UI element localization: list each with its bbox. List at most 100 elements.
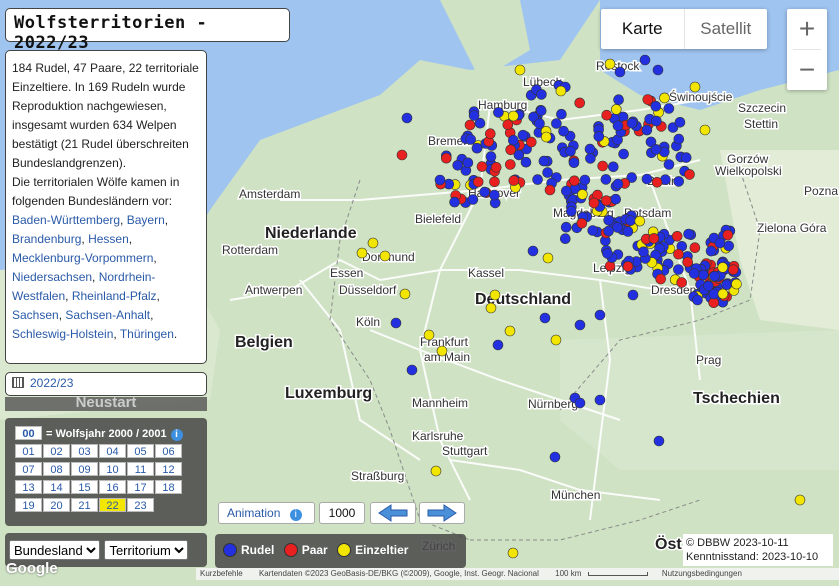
state-link-brandenburg[interactable]: Brandenburg: [12, 232, 81, 246]
einzeltier-marker[interactable]: [699, 124, 711, 136]
rudel-marker[interactable]: [549, 451, 561, 463]
rudel-marker[interactable]: [479, 186, 490, 198]
state-link-baden-wuerttemberg[interactable]: Baden-Württemberg: [12, 213, 120, 227]
paar-marker[interactable]: [505, 144, 517, 156]
year-button-13[interactable]: 13: [15, 480, 42, 494]
state-link-bayern[interactable]: Bayern: [127, 213, 165, 227]
year-button-21[interactable]: 21: [71, 498, 98, 512]
rudel-marker[interactable]: [568, 157, 580, 168]
year-button-04[interactable]: 04: [99, 444, 126, 458]
year-button-18[interactable]: 18: [155, 480, 182, 494]
paar-marker[interactable]: [642, 94, 654, 105]
rudel-marker[interactable]: [612, 222, 623, 233]
einzeltier-marker[interactable]: [485, 302, 497, 314]
rudel-marker[interactable]: [673, 133, 685, 145]
rudel-marker[interactable]: [627, 289, 639, 301]
rudel-marker[interactable]: [650, 100, 662, 112]
map-type-karte-button[interactable]: Karte: [601, 9, 684, 49]
year-button-23[interactable]: 23: [127, 498, 154, 512]
rudel-marker[interactable]: [626, 117, 638, 129]
einzeltier-marker[interactable]: [399, 288, 411, 300]
year-button-06[interactable]: 06: [155, 444, 182, 458]
einzeltier-marker[interactable]: [604, 58, 616, 70]
paar-marker[interactable]: [676, 277, 688, 288]
rudel-marker[interactable]: [565, 145, 576, 157]
rudel-marker[interactable]: [697, 269, 709, 281]
einzeltier-marker[interactable]: [508, 110, 519, 122]
rudel-marker[interactable]: [721, 279, 733, 291]
rudel-marker[interactable]: [607, 161, 619, 173]
info-icon[interactable]: i: [289, 509, 302, 521]
year-button-10[interactable]: 10: [99, 462, 126, 476]
paar-marker[interactable]: [525, 136, 537, 148]
paar-marker[interactable]: [484, 128, 496, 139]
paar-marker[interactable]: [396, 149, 408, 161]
einzeltier-marker[interactable]: [689, 81, 701, 93]
rudel-marker[interactable]: [638, 246, 649, 258]
rudel-marker[interactable]: [517, 129, 529, 141]
rudel-marker[interactable]: [653, 435, 665, 447]
state-link-mecklenburg-vorpommern[interactable]: Mecklenburg-Vorpommern: [12, 251, 153, 265]
rudel-marker[interactable]: [663, 159, 675, 170]
rudel-marker[interactable]: [574, 397, 586, 409]
einzeltier-marker[interactable]: [540, 131, 552, 143]
rudel-marker[interactable]: [493, 107, 504, 118]
paar-marker[interactable]: [689, 242, 701, 253]
rudel-marker[interactable]: [714, 237, 726, 249]
paar-marker[interactable]: [651, 177, 663, 188]
rudel-marker[interactable]: [587, 225, 599, 236]
year-button-00[interactable]: 00: [15, 426, 42, 440]
rudel-marker[interactable]: [723, 240, 735, 252]
rudel-marker[interactable]: [641, 124, 653, 136]
state-link-hessen[interactable]: Hessen: [88, 232, 129, 246]
rudel-marker[interactable]: [663, 103, 675, 114]
paar-marker[interactable]: [464, 119, 476, 131]
next-year-button[interactable]: [419, 502, 465, 524]
terms-link[interactable]: Nutzungsbedingungen: [662, 569, 742, 578]
paar-marker[interactable]: [574, 97, 586, 109]
rudel-marker[interactable]: [489, 189, 500, 201]
rudel-marker[interactable]: [641, 173, 653, 185]
rudel-marker[interactable]: [612, 178, 624, 190]
rudel-marker[interactable]: [558, 125, 569, 137]
neustart-button[interactable]: Neustart: [5, 397, 207, 411]
einzeltier-marker[interactable]: [514, 64, 526, 76]
year-link[interactable]: 2022/23: [30, 376, 73, 390]
rudel-marker[interactable]: [565, 205, 577, 217]
year-button-08[interactable]: 08: [43, 462, 70, 476]
rudel-marker[interactable]: [574, 319, 586, 331]
rudel-marker[interactable]: [539, 312, 551, 324]
einzeltier-marker[interactable]: [423, 329, 435, 341]
rudel-marker[interactable]: [468, 110, 480, 121]
paar-marker[interactable]: [648, 233, 660, 244]
paar-marker[interactable]: [440, 152, 452, 164]
paar-marker[interactable]: [655, 273, 667, 285]
year-button-02[interactable]: 02: [43, 444, 70, 458]
paar-marker[interactable]: [489, 176, 500, 188]
rudel-marker[interactable]: [622, 226, 634, 237]
paar-marker[interactable]: [601, 109, 613, 121]
year-button-17[interactable]: 17: [127, 480, 154, 494]
rudel-marker[interactable]: [625, 215, 636, 226]
animation-button[interactable]: Animation i: [218, 502, 315, 524]
paar-marker[interactable]: [597, 160, 609, 172]
rudel-marker[interactable]: [535, 105, 547, 116]
einzeltier-marker[interactable]: [436, 345, 448, 357]
rudel-marker[interactable]: [559, 233, 571, 244]
rudel-marker[interactable]: [652, 64, 664, 76]
rudel-marker[interactable]: [692, 294, 703, 306]
einzeltier-marker[interactable]: [507, 547, 519, 559]
rudel-marker[interactable]: [507, 134, 519, 146]
rudel-marker[interactable]: [585, 153, 596, 164]
rudel-marker[interactable]: [492, 339, 504, 351]
rudel-marker[interactable]: [467, 194, 479, 205]
paar-marker[interactable]: [576, 218, 588, 229]
year-button-20[interactable]: 20: [43, 498, 70, 512]
rudel-marker[interactable]: [674, 117, 686, 128]
shortcuts-link[interactable]: Kurzbefehle: [200, 569, 243, 578]
einzeltier-marker[interactable]: [356, 247, 368, 259]
year-link-box[interactable]: 2022/23: [5, 372, 207, 396]
einzeltier-marker[interactable]: [717, 288, 729, 300]
rudel-marker[interactable]: [594, 394, 606, 406]
year-button-14[interactable]: 14: [43, 480, 70, 494]
